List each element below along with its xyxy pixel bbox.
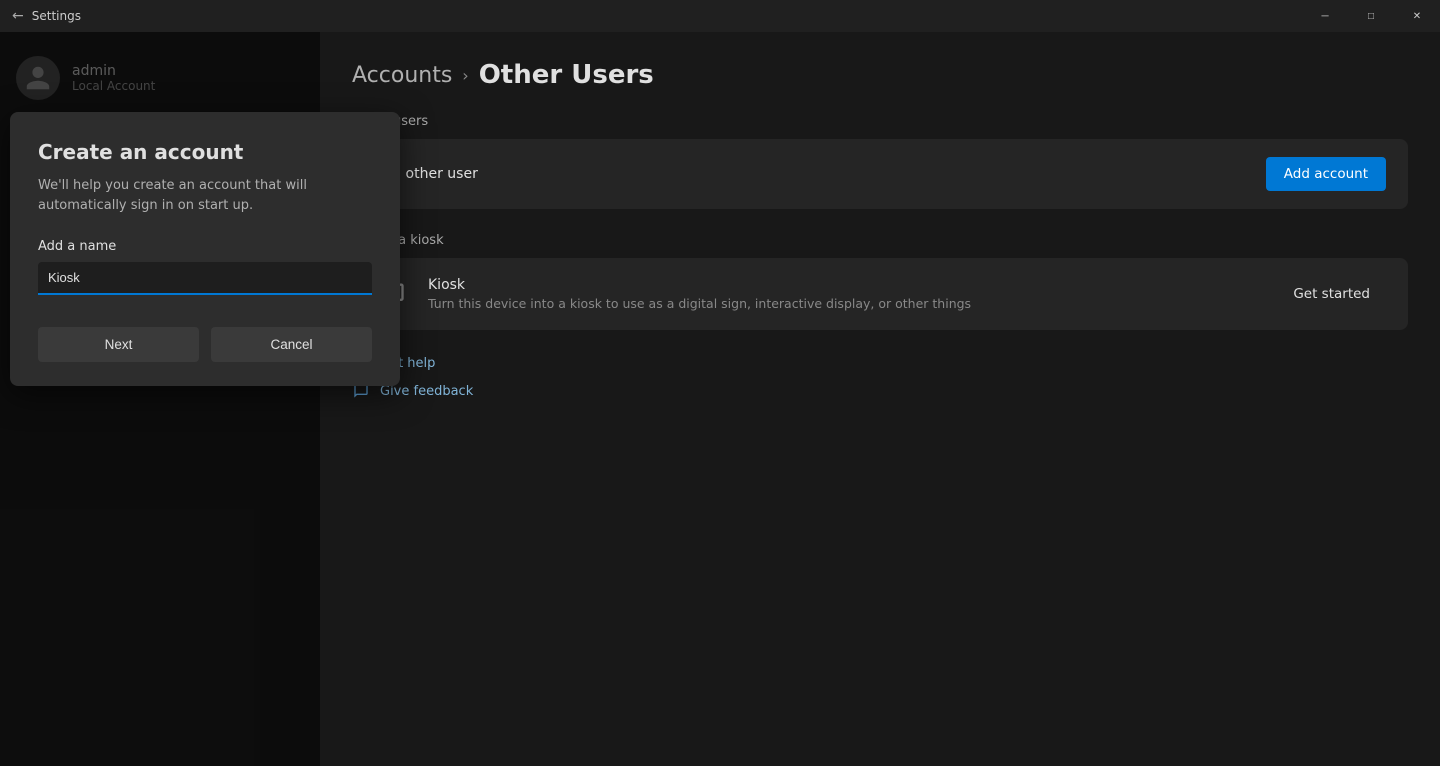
cancel-button[interactable]: Cancel <box>211 327 372 362</box>
kiosk-card: Kiosk Turn this device into a kiosk to u… <box>352 258 1408 330</box>
name-input[interactable] <box>38 262 372 295</box>
app-title: Settings <box>32 9 81 23</box>
kiosk-section-title: Set up a kiosk <box>352 233 1408 248</box>
breadcrumb-accounts-link[interactable]: Accounts <box>352 63 452 88</box>
main-content: Accounts › Other Users Other users Add o… <box>320 32 1440 766</box>
maximize-button[interactable]: □ <box>1348 0 1394 32</box>
next-button[interactable]: Next <box>38 327 199 362</box>
breadcrumb-current: Other Users <box>479 60 654 90</box>
footer-links: Get help Give feedback <box>352 354 1408 400</box>
titlebar-controls: ─ □ ✕ <box>1302 0 1440 32</box>
close-button[interactable]: ✕ <box>1394 0 1440 32</box>
add-other-user-card: Add other user Add account <box>352 139 1408 209</box>
titlebar: ← Settings ─ □ ✕ <box>0 0 1440 32</box>
kiosk-info: Kiosk Turn this device into a kiosk to u… <box>428 277 1259 311</box>
dialog-title: Create an account <box>38 140 372 164</box>
breadcrumb-separator: › <box>462 66 468 85</box>
other-users-section-title: Other users <box>352 114 1408 129</box>
get-help-link[interactable]: Get help <box>352 354 1408 372</box>
titlebar-left: ← Settings <box>12 8 81 24</box>
create-account-dialog: Create an account We'll help you create … <box>10 112 400 386</box>
field-label: Add a name <box>38 239 372 254</box>
breadcrumb: Accounts › Other Users <box>352 60 1408 90</box>
give-feedback-label: Give feedback <box>380 384 473 399</box>
add-account-button[interactable]: Add account <box>1266 157 1386 191</box>
dialog-description: We'll help you create an account that wi… <box>38 176 372 215</box>
kiosk-name: Kiosk <box>428 277 1259 293</box>
back-button[interactable]: ← <box>12 8 24 24</box>
dialog-buttons: Next Cancel <box>38 327 372 362</box>
get-started-button[interactable]: Get started <box>1277 278 1386 310</box>
kiosk-description: Turn this device into a kiosk to use as … <box>428 296 1259 311</box>
kiosk-section: Set up a kiosk Kiosk Turn this device in… <box>352 233 1408 330</box>
minimize-button[interactable]: ─ <box>1302 0 1348 32</box>
give-feedback-link[interactable]: Give feedback <box>352 382 1408 400</box>
